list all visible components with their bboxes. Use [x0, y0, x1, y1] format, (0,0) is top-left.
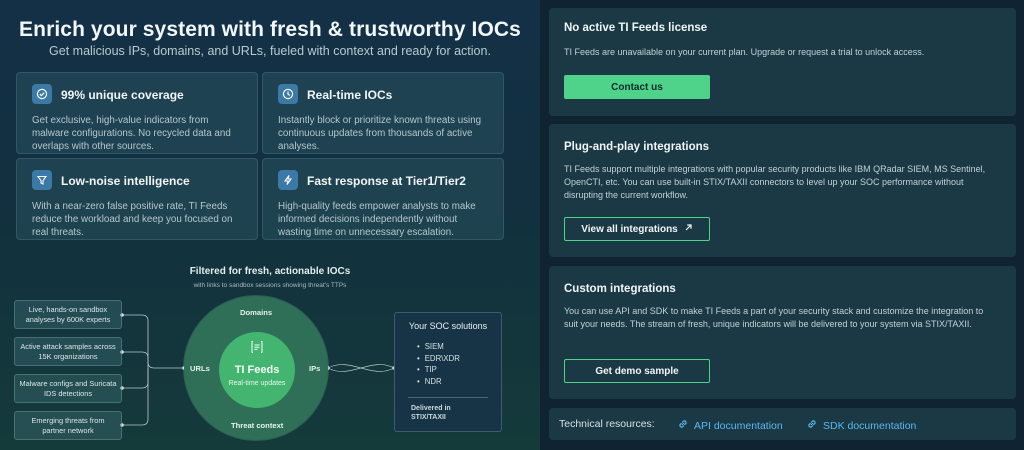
license-card: No active TI Feeds license TI Feeds are … — [549, 8, 1016, 116]
technical-resources-bar: Technical resources: API documentation S… — [549, 408, 1016, 440]
ring-label-threat-context: Threat context — [231, 421, 284, 430]
source-sandbox: Live, hands-on sandbox analyses by 600K … — [14, 300, 122, 329]
license-description: TI Feeds are unavailable on your current… — [564, 47, 925, 57]
soc-item: NDR — [417, 376, 460, 388]
source-malware-configs: Malware configs and Suricata IDS detecti… — [14, 374, 122, 403]
source-attack-samples: Active attack samples across 15K organiz… — [14, 337, 122, 366]
soc-item: TIP — [417, 364, 460, 376]
resources-label: Technical resources: — [559, 418, 655, 430]
api-link-label: API documentation — [694, 419, 783, 432]
ring-label-ips: IPs — [309, 364, 321, 373]
link-icon — [806, 418, 818, 433]
core-title: TI Feeds — [234, 364, 280, 376]
button-label: View all integrations — [581, 223, 678, 235]
document-icon — [250, 340, 264, 354]
integrations-description: TI Feeds support multiple integrations w… — [564, 164, 986, 200]
soc-item: SIEM — [417, 341, 460, 353]
get-demo-sample-button[interactable]: Get demo sample — [564, 359, 710, 383]
sdk-link-label: SDK documentation — [823, 419, 917, 432]
license-title: No active TI Feeds license — [564, 22, 708, 34]
link-icon — [677, 418, 689, 433]
custom-description: You can use API and SDK to make TI Feeds… — [564, 306, 984, 329]
ring-label-urls: URLs — [190, 364, 210, 373]
integrations-title: Plug-and-play integrations — [564, 141, 710, 153]
arrow-up-right-icon — [684, 223, 693, 235]
soc-item: EDR\XDR — [417, 353, 460, 365]
ring-label-domains: Domains — [240, 308, 273, 317]
view-all-integrations-button[interactable]: View all integrations — [564, 217, 710, 241]
source-partner-network: Emerging threats from partner network — [14, 411, 122, 440]
divider — [408, 397, 488, 398]
soc-title: Your SOC solutions — [408, 321, 488, 331]
custom-title: Custom integrations — [564, 283, 676, 295]
button-label: Get demo sample — [595, 365, 679, 377]
soc-delivery-note: Delivered in STIX/TAXII — [411, 405, 451, 421]
sdk-documentation-link[interactable]: SDK documentation — [806, 418, 916, 433]
soc-list: SIEM EDR\XDR TIP NDR — [417, 341, 460, 387]
core-subtitle: Real-time updates — [228, 380, 286, 387]
contact-us-button[interactable]: Contact us — [564, 75, 710, 99]
promo-panel: Enrich your system with fresh & trustwor… — [0, 0, 540, 450]
api-documentation-link[interactable]: API documentation — [677, 418, 783, 433]
soc-solutions-box: Your SOC solutions SIEM EDR\XDR TIP NDR … — [394, 312, 502, 432]
integrations-card: Plug-and-play integrations TI Feeds supp… — [549, 124, 1016, 257]
custom-integrations-card: Custom integrations You can use API and … — [549, 266, 1016, 399]
